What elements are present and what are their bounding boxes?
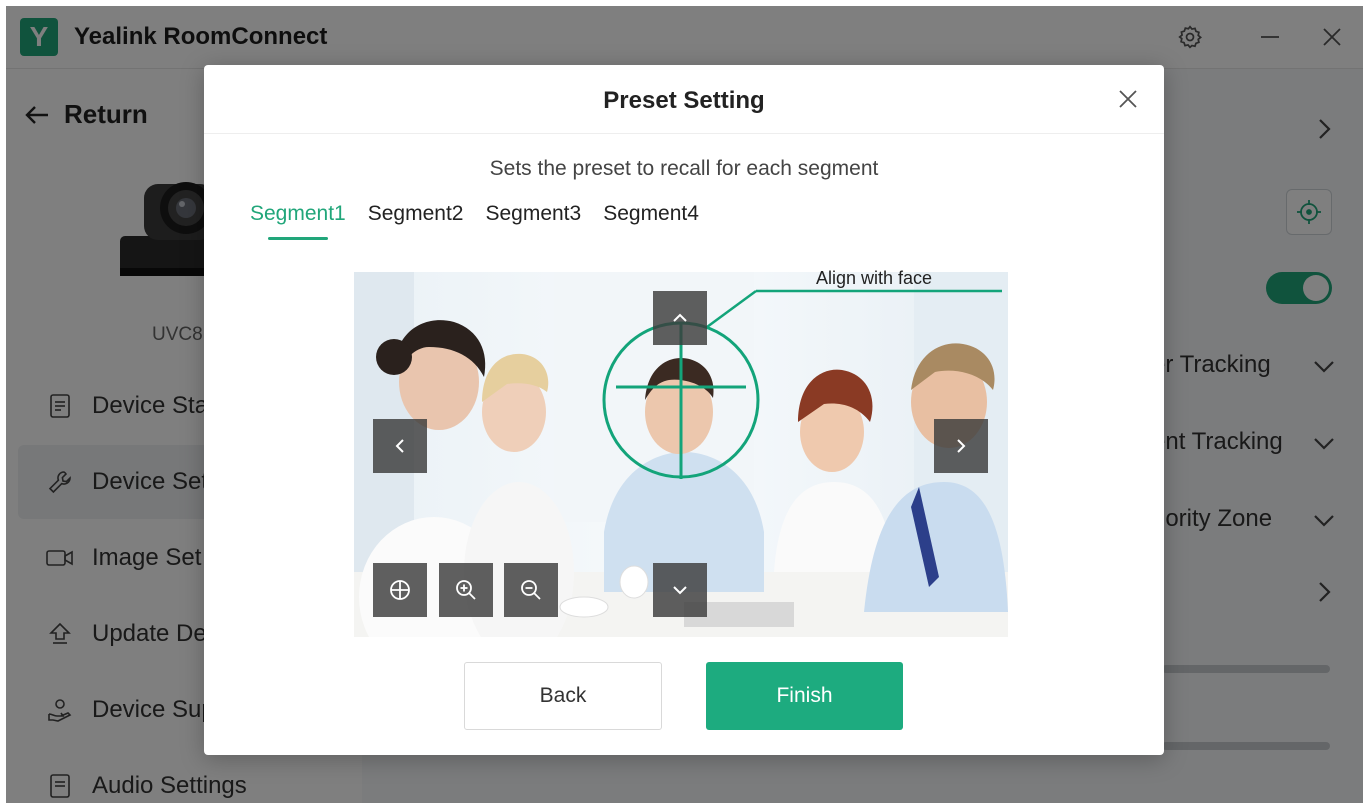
- chevron-down-icon: [673, 586, 687, 595]
- zoom-in-button[interactable]: [439, 563, 493, 617]
- close-icon[interactable]: [1114, 85, 1142, 113]
- chevron-left-icon: [395, 439, 404, 453]
- zoom-out-button[interactable]: [504, 563, 558, 617]
- dialog-header: Preset Setting: [204, 65, 1164, 134]
- pan-up-button[interactable]: [653, 291, 707, 345]
- pan-down-button[interactable]: [653, 563, 707, 617]
- pan-left-button[interactable]: [373, 419, 427, 473]
- align-with-face-label: Align with face: [816, 268, 933, 288]
- tab-segment3[interactable]: Segment3: [485, 202, 581, 240]
- camera-preview[interactable]: [354, 272, 1008, 637]
- finish-button[interactable]: Finish: [706, 662, 903, 730]
- crosshair-icon: [390, 580, 410, 600]
- back-button[interactable]: Back: [464, 662, 662, 730]
- dialog-subtitle: Sets the preset to recall for each segme…: [489, 157, 879, 180]
- tab-segment4[interactable]: Segment4: [603, 202, 699, 240]
- dialog-title: Preset Setting: [603, 87, 765, 114]
- reset-position-button[interactable]: [373, 563, 427, 617]
- pan-right-button[interactable]: [934, 419, 988, 473]
- preset-setting-dialog: Preset Setting Sets the preset to recall…: [204, 65, 1164, 755]
- tab-segment1[interactable]: Segment1: [250, 202, 346, 240]
- chevron-up-icon: [673, 313, 687, 322]
- segment-tabs: Segment1 Segment2 Segment3 Segment4: [250, 202, 699, 240]
- tab-segment2[interactable]: Segment2: [368, 202, 464, 240]
- zoom-out-icon: [521, 580, 541, 600]
- chevron-right-icon: [957, 439, 966, 453]
- zoom-in-icon: [456, 580, 476, 600]
